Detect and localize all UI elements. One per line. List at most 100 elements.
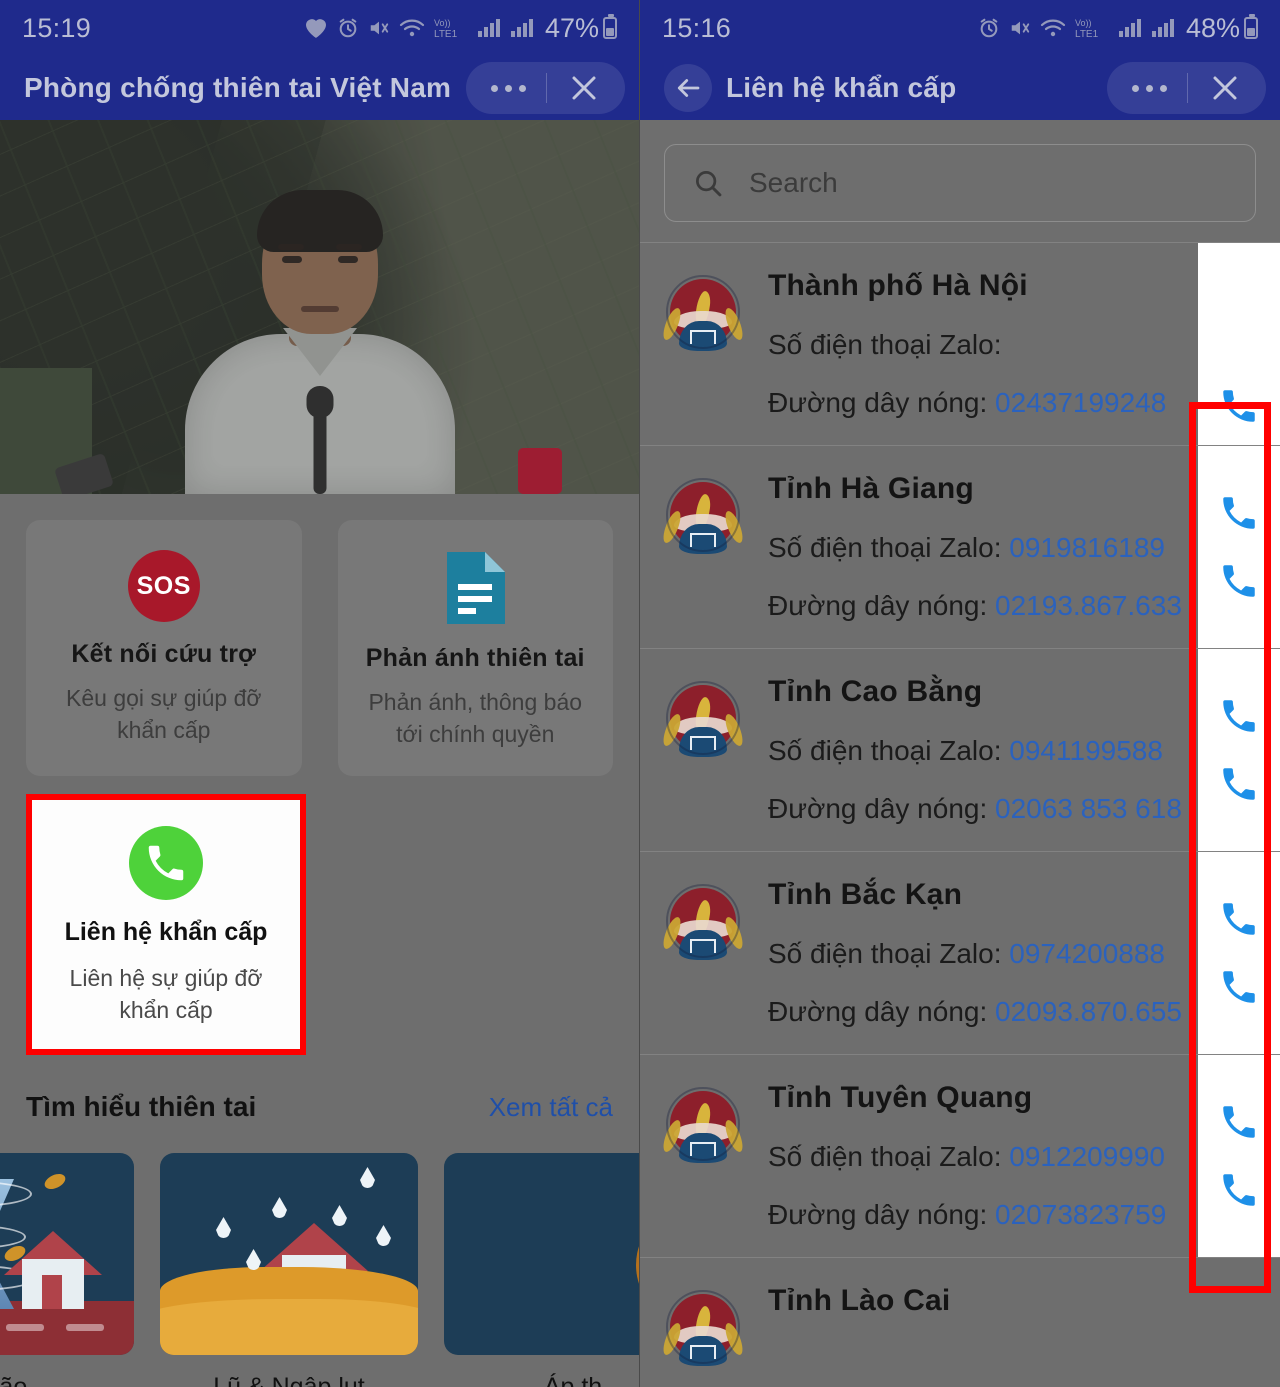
flying-leaf (42, 1170, 68, 1192)
back-button[interactable] (664, 64, 712, 112)
disaster-item-lu-ngap-lut[interactable]: Lũ & Ngập lụt (160, 1152, 418, 1387)
call-button-column (1198, 1055, 1280, 1257)
right-content: Search Thành phố Hà Nội Số điện thoại Za… (640, 120, 1280, 1387)
hero-image[interactable] (0, 120, 639, 494)
door (42, 1274, 62, 1309)
disaster-carousel[interactable]: Bão (0, 1123, 639, 1387)
list-item[interactable]: Tỉnh Hà Giang Số điện thoại Zalo: 091981… (640, 446, 1280, 649)
list-item[interactable]: Tỉnh Bắc Kạn Số điện thoại Zalo: 0974200… (640, 852, 1280, 1055)
status-time: 15:19 (22, 12, 92, 43)
right-status-bar: 15:16 Vo)) LTE1 48% (640, 0, 1280, 56)
zalo-label: Số điện thoại Zalo: (768, 532, 1002, 563)
battery-percent: 47% (544, 12, 599, 43)
disaster-item-ap-thap[interactable]: Áp th (444, 1152, 639, 1387)
close-button[interactable] (1188, 72, 1262, 104)
highlight-card-subtitle: Liên hệ sự giúp đỡ khẩn cấp (69, 965, 263, 1024)
contact-info: Tỉnh Lào Cai (768, 1284, 1280, 1318)
contact-name: Tỉnh Lào Cai (768, 1284, 951, 1317)
phone-call-icon[interactable] (1218, 966, 1260, 1008)
list-item[interactable]: Tỉnh Lào Cai (640, 1258, 1280, 1387)
section-title: Tìm hiểu thiên tai (26, 1090, 257, 1122)
card-title: Kết nối cứu trợ (71, 640, 257, 668)
hotline-number[interactable]: 02063 853 618 (995, 793, 1182, 824)
more-options-button[interactable] (470, 84, 546, 92)
left-phone-panel: 15:19 Vo)) LTE1 47% Phòng chống thiên tai… (0, 0, 640, 1387)
see-all-link[interactable]: Xem tất cả (489, 1092, 613, 1123)
search-icon (696, 171, 722, 197)
close-icon (1213, 76, 1237, 100)
hotline-number[interactable]: 02093.870.655 (995, 996, 1182, 1027)
highlight-card-title: Liên hệ khẩn cấp (64, 918, 268, 947)
disaster-item-bao[interactable]: Bão (0, 1152, 134, 1387)
list-item[interactable]: Thành phố Hà Nội Số điện thoại Zalo: Đườ… (640, 243, 1280, 446)
hotline-label: Đường dây nóng: (768, 996, 988, 1027)
phone-call-icon[interactable] (1218, 560, 1260, 602)
card-ket-noi-cuu-tro[interactable]: SOS Kết nối cứu trợ Kêu gọi sự giúp đỡ k… (26, 520, 302, 777)
zalo-label: Số điện thoại Zalo: (768, 1141, 1002, 1172)
list-item[interactable]: Tỉnh Tuyên Quang Số điện thoại Zalo: 091… (640, 1055, 1280, 1258)
battery-icon (603, 14, 617, 39)
alarm-icon (980, 18, 998, 38)
zalo-label: Số điện thoại Zalo: (768, 329, 1002, 360)
alarm-icon (339, 18, 357, 38)
vietnam-disaster-prevention-emblem (660, 1290, 746, 1366)
left-status-bar: 15:19 Vo)) LTE1 47% (0, 0, 639, 56)
zalo-number[interactable]: 0912209990 (1009, 1141, 1165, 1172)
storm-illustration (0, 1152, 134, 1355)
call-button-column (1198, 446, 1280, 648)
hotline-number[interactable]: 02437199248 (995, 387, 1166, 418)
card-subtitle: Phản ánh, thông báo tới chính quyền (368, 689, 583, 747)
right-app-header: Liên hệ khẩn cấp (640, 56, 1280, 120)
signal-sim1-icon (1118, 19, 1141, 37)
hotline-number[interactable]: 02193.867.633 (995, 590, 1182, 621)
rain-drop (272, 1196, 287, 1218)
phone-call-icon[interactable] (1218, 1169, 1260, 1211)
sos-icon: SOS (127, 550, 200, 622)
hotline-number[interactable]: 02073823759 (995, 1199, 1166, 1230)
house (4, 1230, 102, 1309)
svg-text:Vo)): Vo)) (434, 18, 451, 28)
phone-call-icon[interactable] (1218, 695, 1260, 737)
battery-status: 48% (1186, 13, 1258, 44)
search-input[interactable]: Search (664, 144, 1256, 222)
phone-call-icon[interactable] (1218, 492, 1260, 534)
search-wrapper: Search (640, 120, 1280, 242)
zalo-number[interactable]: 0919816189 (1009, 532, 1165, 563)
tornado-ring (0, 1180, 32, 1207)
list-item[interactable]: Tỉnh Cao Bằng Số điện thoại Zalo: 094119… (640, 649, 1280, 852)
signal-sim1-icon (477, 19, 500, 37)
battery-icon (1244, 14, 1258, 39)
wifi-icon (399, 19, 425, 37)
wifi-icon (1040, 19, 1066, 37)
tropical-depression-illustration (444, 1152, 639, 1355)
road-dash (6, 1323, 44, 1331)
zalo-number[interactable]: 0941199588 (1009, 735, 1163, 766)
zalo-number[interactable]: 0974200888 (1009, 938, 1165, 969)
right-phone-panel: 15:16 Vo)) LTE1 48% Liên hệ khẩn cấp Sea… (640, 0, 1280, 1387)
section-header-tim-hieu-thien-tai: Tìm hiểu thiên tai Xem tất cả (0, 1055, 639, 1123)
more-options-button[interactable] (1111, 84, 1187, 92)
phone-call-icon[interactable] (1218, 385, 1260, 427)
close-icon (572, 76, 596, 100)
card-phan-anh-thien-tai[interactable]: Phản ánh thiên tai Phản ánh, thông báo t… (337, 520, 613, 777)
rain-drop (216, 1216, 231, 1238)
card-subtitle: Kêu gọi sự giúp đỡ khẩn cấp (66, 685, 262, 743)
phone-call-icon[interactable] (1218, 898, 1260, 940)
vietnam-disaster-prevention-emblem (660, 275, 746, 351)
close-button[interactable] (547, 72, 621, 104)
card-lien-he-khan-cap[interactable]: Liên hệ khẩn cấp Liên hệ sự giúp đỡ khẩn… (26, 794, 306, 1055)
window-controls (466, 62, 625, 114)
call-button-column (1198, 649, 1280, 851)
phone-call-icon[interactable] (1218, 763, 1260, 805)
left-app-header: Phòng chống thiên tai Việt Nam (0, 56, 639, 120)
vietnam-disaster-prevention-emblem (660, 478, 746, 554)
battery-percent: 48% (1185, 12, 1240, 43)
hotline-label: Đường dây nóng: (768, 793, 988, 824)
signal-sim2-icon (1151, 19, 1174, 37)
disaster-label: Lũ & Ngập lụt (213, 1372, 365, 1387)
heart-icon (305, 19, 326, 38)
phone-call-icon[interactable] (1218, 1101, 1260, 1143)
rain-drop (360, 1166, 375, 1188)
vietnam-disaster-prevention-emblem (660, 884, 746, 960)
status-icon-group: Vo)) LTE1 48% (978, 13, 1258, 44)
